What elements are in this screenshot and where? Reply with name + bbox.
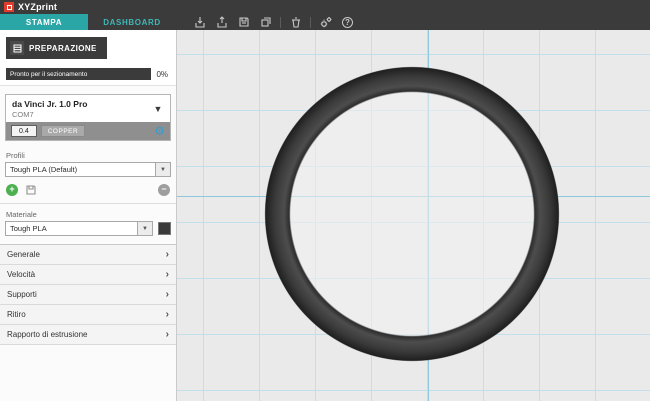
sidebar: PREPARAZIONE Pronto per il sezionamento …: [0, 30, 177, 401]
printer-settings-gear-icon[interactable]: ⚙: [154, 125, 165, 137]
app-logo-icon: [4, 2, 14, 12]
import-icon[interactable]: [192, 15, 207, 30]
printer-dropdown-arrow-icon[interactable]: ▼: [150, 99, 166, 119]
header: XYZprint STAMPA DASHBOARD: [0, 0, 650, 30]
accordion-velocita[interactable]: Velocità ›: [0, 265, 176, 285]
accordion-label: Velocità: [7, 270, 166, 279]
material-select[interactable]: Tough PLA ▼: [5, 221, 153, 236]
toolbar-separator: [280, 17, 281, 28]
progress-value: 0%: [156, 70, 170, 79]
tab-stampa[interactable]: STAMPA: [0, 14, 88, 30]
save-as-icon[interactable]: [236, 15, 251, 30]
toolbar-separator: [310, 17, 311, 28]
printer-detail-strip: 0.4 COPPER ⚙: [6, 122, 170, 140]
chevron-right-icon: ›: [166, 290, 169, 300]
profile-field: Profili Tough PLA (Default) ▼ + −: [0, 145, 176, 203]
accordion-supporti[interactable]: Supporti ›: [0, 285, 176, 305]
chevron-right-icon: ›: [166, 250, 169, 260]
accordion-rapporto-estrusione[interactable]: Rapporto di estrusione ›: [0, 325, 176, 345]
printer-port: COM7: [12, 110, 150, 119]
export-icon[interactable]: [214, 15, 229, 30]
main-body: PREPARAZIONE Pronto per il sezionamento …: [0, 30, 650, 401]
ring-model-object[interactable]: [264, 66, 560, 362]
clone-icon[interactable]: [258, 15, 273, 30]
material-color-swatch[interactable]: [158, 222, 171, 235]
material-tag-button[interactable]: COPPER: [41, 125, 85, 137]
chevron-right-icon: ›: [166, 270, 169, 280]
accordion-label: Generale: [7, 250, 166, 259]
accordion-label: Rapporto di estrusione: [7, 330, 166, 339]
tab-dashboard[interactable]: DASHBOARD: [88, 14, 176, 30]
save-profile-icon[interactable]: [24, 183, 37, 196]
material-field: Materiale Tough PLA ▼: [0, 203, 176, 244]
remove-profile-button[interactable]: −: [158, 184, 170, 196]
profile-actions: + −: [5, 177, 171, 203]
printer-info: da Vinci Jr. 1.0 Pro COM7: [12, 99, 150, 119]
material-row: Tough PLA ▼: [5, 221, 171, 236]
accordion-generale[interactable]: Generale ›: [0, 245, 176, 265]
material-select-arrow-icon: ▼: [137, 222, 152, 235]
slicing-progress: Pronto per il sezionamento 0%: [0, 65, 176, 86]
help-glyph: ?: [342, 17, 353, 28]
delete-icon[interactable]: [288, 15, 303, 30]
app-title: XYZprint: [18, 2, 57, 12]
prepare-label: PREPARAZIONE: [29, 44, 97, 53]
printer-selector: da Vinci Jr. 1.0 Pro COM7 ▼ 0.4 COPPER ⚙: [5, 94, 171, 141]
progress-label: Pronto per il sezionamento: [6, 68, 151, 80]
printer-info-row[interactable]: da Vinci Jr. 1.0 Pro COM7 ▼: [6, 95, 170, 122]
profile-label: Profili: [6, 151, 171, 160]
chevron-right-icon: ›: [166, 330, 169, 340]
brand-row: XYZprint: [0, 0, 650, 14]
printer-name: da Vinci Jr. 1.0 Pro: [12, 99, 150, 109]
accordion-ritiro[interactable]: Ritiro ›: [0, 305, 176, 325]
accordion-label: Supporti: [7, 290, 166, 299]
build-plate-viewport[interactable]: [177, 30, 650, 401]
app-window: XYZprint STAMPA DASHBOARD: [0, 0, 650, 401]
material-label: Materiale: [6, 210, 171, 219]
help-icon[interactable]: ?: [340, 15, 355, 30]
accordion-label: Ritiro: [7, 310, 166, 319]
prepare-section: PREPARAZIONE: [0, 30, 176, 65]
profile-select[interactable]: Tough PLA (Default) ▼: [5, 162, 171, 177]
sidebar-empty-area: [0, 345, 176, 401]
tab-bar: STAMPA DASHBOARD: [0, 14, 650, 30]
settings-icon[interactable]: [318, 15, 333, 30]
material-value: Tough PLA: [6, 222, 137, 235]
profile-select-arrow-icon: ▼: [155, 163, 170, 176]
slice-icon: [10, 41, 24, 55]
prepare-button[interactable]: PREPARAZIONE: [6, 37, 107, 59]
settings-accordion: Generale › Velocità › Supporti › Ritiro …: [0, 244, 176, 345]
chevron-right-icon: ›: [166, 310, 169, 320]
nozzle-size-button[interactable]: 0.4: [11, 125, 37, 137]
add-profile-button[interactable]: +: [6, 184, 18, 196]
toolbar: ?: [192, 14, 355, 30]
profile-value: Tough PLA (Default): [6, 163, 155, 176]
